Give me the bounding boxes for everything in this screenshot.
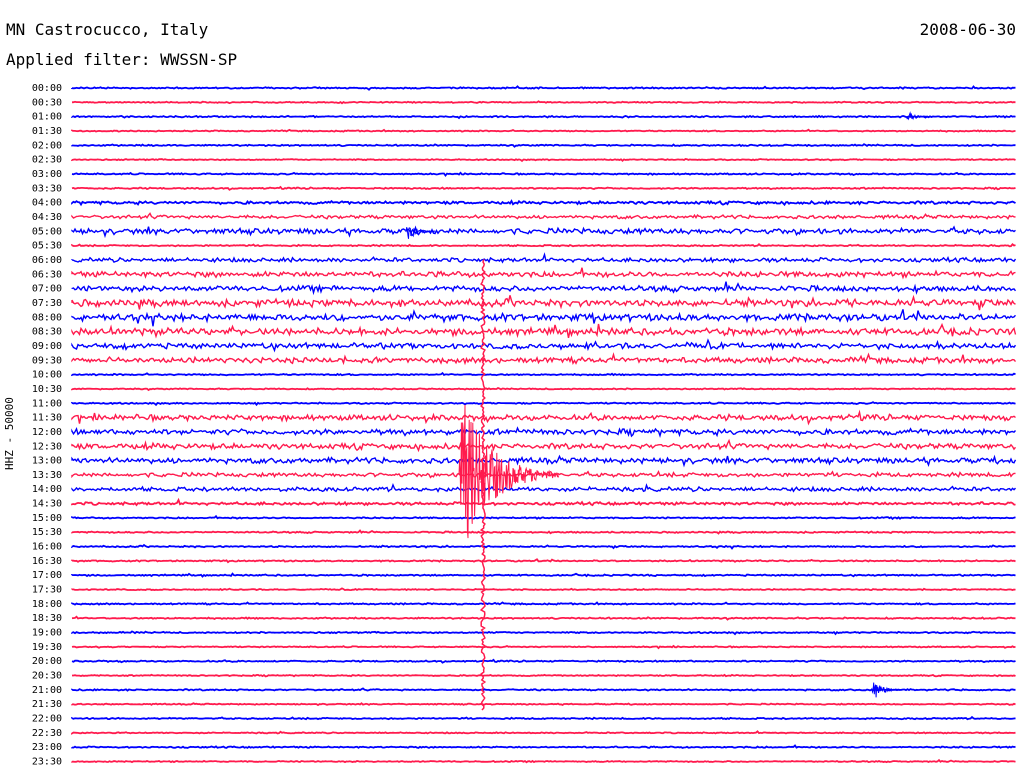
time-tick-label: 16:00 [32,542,62,553]
time-tick-label: 01:30 [32,126,62,137]
time-tick-label: 04:30 [32,212,62,223]
time-tick-label: 13:30 [32,470,62,481]
time-tick-label: 05:00 [32,226,62,237]
trace-row [71,572,1016,578]
time-tick-label: 20:00 [32,656,62,667]
trace-row [71,185,1016,191]
trace-row [71,243,1016,248]
trace-row [71,114,1016,120]
time-tick-label: 23:00 [32,742,62,753]
time-tick-label: 08:00 [32,312,62,323]
time-tick-label: 10:00 [32,370,62,381]
time-tick-label: 19:00 [32,628,62,639]
trace-row [71,715,1016,721]
trace-row [71,514,1016,521]
time-tick-label: 05:30 [32,241,62,252]
trace-row [71,158,1016,163]
trace-row [72,673,1016,678]
trace-row [71,225,1016,239]
time-tick-label: 02:00 [32,140,62,151]
time-tick-label: 10:30 [32,384,62,395]
time-tick-label: 04:00 [32,198,62,209]
time-tick-label: 15:00 [32,513,62,524]
trace-row [71,338,1017,353]
time-tick-label: 19:30 [32,642,62,653]
trace-row [71,658,1016,664]
time-tick-label: 17:30 [32,585,62,596]
trace-row [71,601,1016,606]
time-tick-label: 20:30 [32,671,62,682]
trace-row [71,438,1017,453]
trace-row [71,171,1016,177]
time-tick-label: 21:30 [32,699,62,710]
trace-row [71,143,1016,148]
trace-row [71,529,1016,535]
time-tick-label: 03:30 [32,183,62,194]
trace-row [71,281,1017,296]
trace-row [71,212,1016,221]
time-tick-label: 00:00 [32,83,62,94]
time-tick-label: 06:30 [32,269,62,280]
time-tick-label: 16:30 [32,556,62,567]
trace-row [71,199,1016,207]
time-tick-label: 09:00 [32,341,62,352]
trace-row [71,497,1016,507]
time-tick-label: 13:00 [32,456,62,467]
trace-row [71,267,1016,280]
trace-row [71,128,1016,133]
time-tick-label: 00:30 [32,97,62,108]
time-tick-label: 03:00 [32,169,62,180]
time-tick-label: 08:30 [32,327,62,338]
trace-row [71,454,1017,468]
time-tick-labels: 00:00 00:30 01:00 01:30 02:00 02:30 03:00 03:30… [32,83,62,768]
trace-row [71,744,1016,749]
time-tick-label: 12:30 [32,441,62,452]
trace-row [71,409,1016,426]
time-tick-label: 15:30 [32,527,62,538]
trace-row [71,386,1016,392]
time-tick-label: 23:30 [32,757,62,768]
time-tick-label: 17:00 [32,570,62,581]
trace-row [71,426,1017,439]
time-tick-label: 06:00 [32,255,62,266]
trace-row [71,371,1016,377]
trace-row [71,702,1016,707]
trace-row [71,558,1016,564]
trace-row [71,322,1017,339]
time-tick-label: 21:00 [32,685,62,696]
trace-row [71,543,1016,550]
time-tick-label: 11:30 [32,413,62,424]
trace-row [71,644,1016,650]
trace-row [71,85,1016,91]
time-tick-label: 07:30 [32,298,62,309]
time-tick-label: 12:00 [32,427,62,438]
trace-row [71,352,1017,366]
time-tick-label: 14:30 [32,499,62,510]
trace-row [71,758,1016,764]
trace-row [71,730,1016,735]
trace-row [71,294,1016,311]
time-tick-label: 07:00 [32,284,62,295]
time-tick-label: 18:00 [32,599,62,610]
time-tick-label: 14:00 [32,484,62,495]
trace-row [71,252,1017,264]
time-tick-label: 09:30 [32,355,62,366]
trace-row [71,630,1016,636]
trace-row [71,100,1016,105]
time-tick-label: 18:30 [32,613,62,624]
time-tick-label: 01:00 [32,112,62,123]
time-tick-label: 22:00 [32,714,62,725]
trace-row [71,587,1016,592]
time-tick-label: 11:00 [32,398,62,409]
trace-row [71,615,1016,621]
seismogram-traces [71,85,1017,764]
time-tick-label: 02:30 [32,155,62,166]
trace-row [71,308,1017,327]
trace-row [71,482,1017,493]
trace-row [71,401,1016,407]
seismogram-plot: 00:00 00:30 01:00 01:30 02:00 02:30 03:00 03:30… [32,83,1017,768]
time-tick-label: 22:30 [32,728,62,739]
